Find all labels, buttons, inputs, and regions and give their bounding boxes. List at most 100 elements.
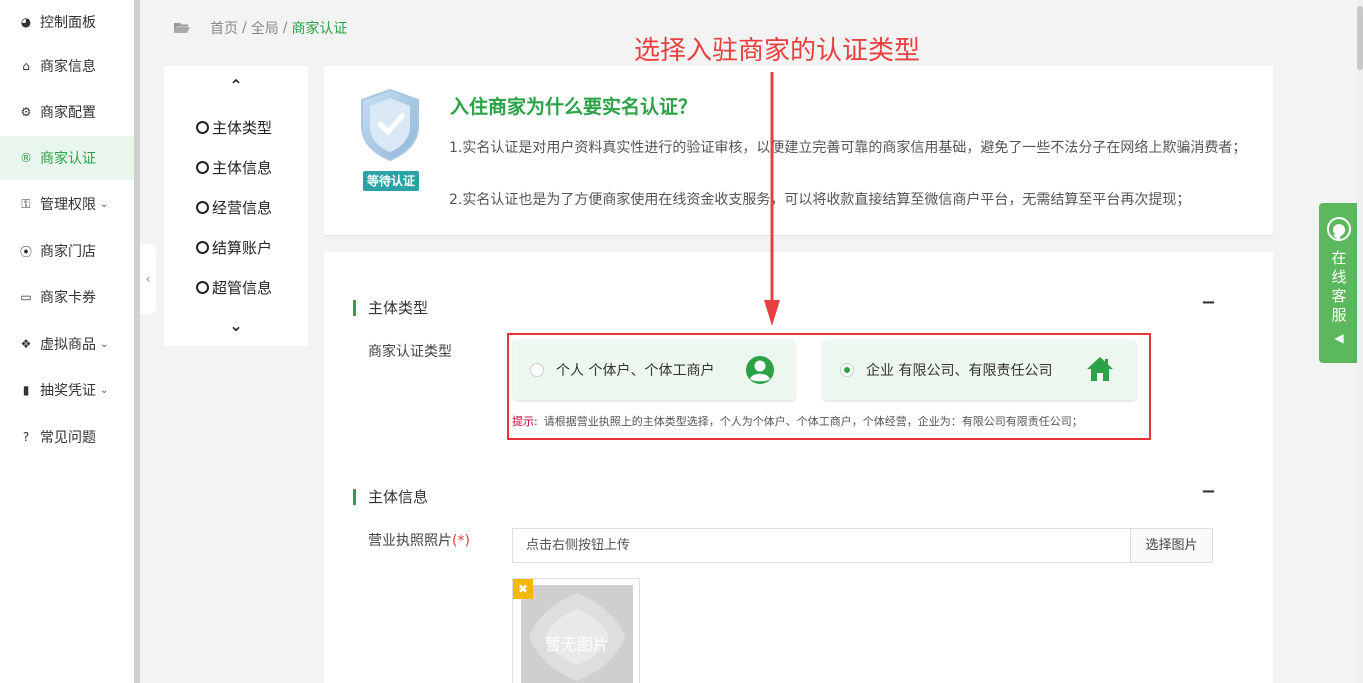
sidebar-item-dashboard[interactable]: ◕ 控制面板 (0, 0, 134, 44)
step-label: 主体类型 (212, 119, 273, 137)
option-label: 个人 个体户、个体工商户 (556, 363, 715, 379)
step-label: 超管信息 (212, 279, 273, 297)
step-subject-type[interactable]: 主体类型 (196, 117, 272, 138)
sidebar-item-label: 管理权限 (40, 197, 96, 213)
chevron-down-icon: ⌄ (100, 198, 109, 210)
section-header-subject-type: 主体类型 (353, 297, 428, 318)
sidebar-item-merchant-info[interactable]: ⌂ 商家信息 (0, 44, 134, 88)
field-label-auth-type: 商家认证类型 (368, 344, 452, 360)
sidebar-item-label: 抽奖凭证 (40, 383, 96, 399)
chevron-down-icon[interactable]: ⌄ (164, 316, 308, 335)
card-icon: ▭ (20, 290, 32, 304)
sidebar-item-label: 商家认证 (40, 151, 96, 167)
folder-open-icon (174, 23, 190, 33)
breadcrumb-separator: / (282, 20, 288, 36)
sidebar-item-label: 商家门店 (40, 244, 96, 260)
step-label: 结算账户 (212, 239, 273, 257)
required-mark: (*) (452, 533, 470, 549)
auth-type-option-personal[interactable]: 个人 个体户、个体工商户 (513, 340, 795, 400)
sidebar-collapse-button[interactable]: ‹ (140, 244, 156, 314)
status-badge: 等待认证 (363, 171, 419, 191)
info-title: 入住商家为什么要实名认证？ (450, 96, 698, 118)
step-label: 主体信息 (212, 159, 273, 177)
user-circle-icon (746, 356, 774, 384)
home-icon: ⌂ (22, 59, 30, 73)
service-label: 在线客服 (1331, 249, 1347, 324)
info-paragraph-1: 1.实名认证是对用户资料真实性进行的验证审核，以便建立完善可靠的商家信用基础，避… (449, 140, 1247, 156)
step-label: 经营信息 (212, 199, 273, 217)
chevron-down-icon: ⌄ (100, 384, 109, 396)
breadcrumb-home[interactable]: 首页 (210, 18, 238, 38)
breadcrumb-global[interactable]: 全局 (251, 18, 279, 38)
sidebar-item-label: 虚拟商品 (40, 337, 96, 353)
map-pin-icon: ⦿ (19, 244, 32, 259)
annotation-title: 选择入驻商家的认证类型 (634, 36, 921, 66)
radio-personal[interactable] (530, 363, 544, 377)
hint-text: 提示: 请根据营业执照上的主体类型选择，个人为个体户、个体工商户，个体经营，企业为… (512, 413, 1083, 429)
headset-icon (1327, 217, 1351, 241)
auth-type-box: 个人 个体户、个体工商户 企业 有限公司、有限责任公司 提示: 请根据营业执照上的… (507, 333, 1151, 440)
breadcrumb-separator: / (242, 20, 247, 36)
sidebar-item-coupons[interactable]: ▭ 商家卡券 (0, 275, 134, 319)
sidebar-item-label: 商家配置 (40, 105, 96, 121)
upload-input[interactable]: 点击右侧按钮上传 (513, 529, 1130, 562)
circle-icon (196, 201, 209, 214)
chevron-up-icon[interactable]: ⌃ (164, 76, 308, 95)
annotation-arrow (764, 72, 780, 326)
circle-icon (196, 281, 209, 294)
license-upload-field: 点击右侧按钮上传 选择图片 (512, 528, 1213, 563)
radio-enterprise[interactable] (840, 363, 854, 377)
sidebar-item-merchant-config[interactable]: ⚙ 商家配置 (0, 90, 134, 134)
sidebar-item-virtual-goods[interactable]: ❖ 虚拟商品 ⌄ (0, 322, 134, 366)
step-subject-info[interactable]: 主体信息 (196, 157, 272, 178)
sidebar-item-lottery[interactable]: ▮ 抽奖凭证 ⌄ (0, 368, 134, 412)
sidebar-item-faq[interactable]: ? 常见问题 (0, 415, 134, 459)
house-icon (1087, 357, 1113, 381)
chevron-down-icon: ⌄ (100, 338, 109, 350)
sidebar-item-stores[interactable]: ⦿ 商家门店 (0, 229, 134, 273)
step-admin-info[interactable]: 超管信息 (196, 277, 272, 298)
step-settlement-account[interactable]: 结算账户 (196, 237, 272, 258)
no-image-text: 暂无图片 (544, 635, 609, 654)
sidebar-item-label: 控制面板 (40, 15, 96, 31)
hint-label: 提示: (512, 415, 538, 428)
question-icon: ? (22, 430, 30, 444)
sidebar-item-merchant-auth[interactable]: ® 商家认证 (0, 136, 134, 180)
option-label: 企业 有限公司、有限责任公司 (866, 363, 1053, 379)
section-title: 主体类型 (368, 299, 429, 317)
section-header-subject-info: 主体信息 (353, 486, 428, 507)
online-service-button[interactable]: 在线客服 ◀ (1319, 203, 1359, 363)
step-nav: ⌃ 主体类型 主体信息 经营信息 结算账户 超管信息 ⌄ (164, 66, 308, 346)
circle-icon (196, 161, 209, 174)
bookmark-icon: ▮ (22, 383, 30, 397)
sidebar-item-label: 商家信息 (40, 59, 96, 75)
auth-info-card: 等待认证 入住商家为什么要实名认证？ 1.实名认证是对用户资料真实性进行的验证审… (324, 66, 1273, 236)
step-business-info[interactable]: 经营信息 (196, 197, 272, 218)
image-preview: 暂无图片 ✖ (512, 578, 640, 683)
collapse-button[interactable]: − (1201, 292, 1216, 313)
sidebar-item-permissions[interactable]: ⚿ 管理权限 ⌄ (0, 182, 134, 226)
key-icon: ⚿ (21, 196, 31, 211)
chevron-left-icon: ‹ (145, 272, 151, 286)
delete-image-button[interactable]: ✖ (513, 579, 533, 599)
shield-check-icon (361, 88, 419, 162)
registered-icon: ® (20, 151, 32, 165)
info-paragraph-2: 2.实名认证也是为了方便商家使用在线资金收支服务，可以将收款直接结算至微信商户平… (449, 192, 1191, 208)
breadcrumb-current: 商家认证 (291, 21, 348, 37)
auth-form-card: 主体类型 − 商家认证类型 个人 个体户、个体工商户 企业 有限公司、有限责任公… (324, 252, 1273, 683)
breadcrumb: 首页 / 全局 / 商家认证 (174, 18, 347, 38)
dropbox-icon: ❖ (20, 337, 32, 351)
field-label-business-license: 营业执照照片(*) (368, 533, 470, 549)
select-image-button[interactable]: 选择图片 (1130, 529, 1212, 562)
sidebar-item-label: 常见问题 (40, 430, 96, 446)
sidebar-item-label: 商家卡券 (40, 290, 96, 306)
triangle-left-icon: ◀ (1334, 331, 1344, 345)
section-accent-bar (353, 488, 356, 505)
collapse-button[interactable]: − (1201, 481, 1216, 502)
circle-icon (196, 121, 209, 134)
scrollbar-thumb[interactable] (1357, 6, 1363, 70)
sidebar-divider (134, 0, 140, 683)
gears-icon: ⚙ (20, 105, 32, 119)
page-scrollbar[interactable] (1357, 0, 1363, 683)
auth-type-option-enterprise[interactable]: 企业 有限公司、有限责任公司 (823, 340, 1136, 400)
